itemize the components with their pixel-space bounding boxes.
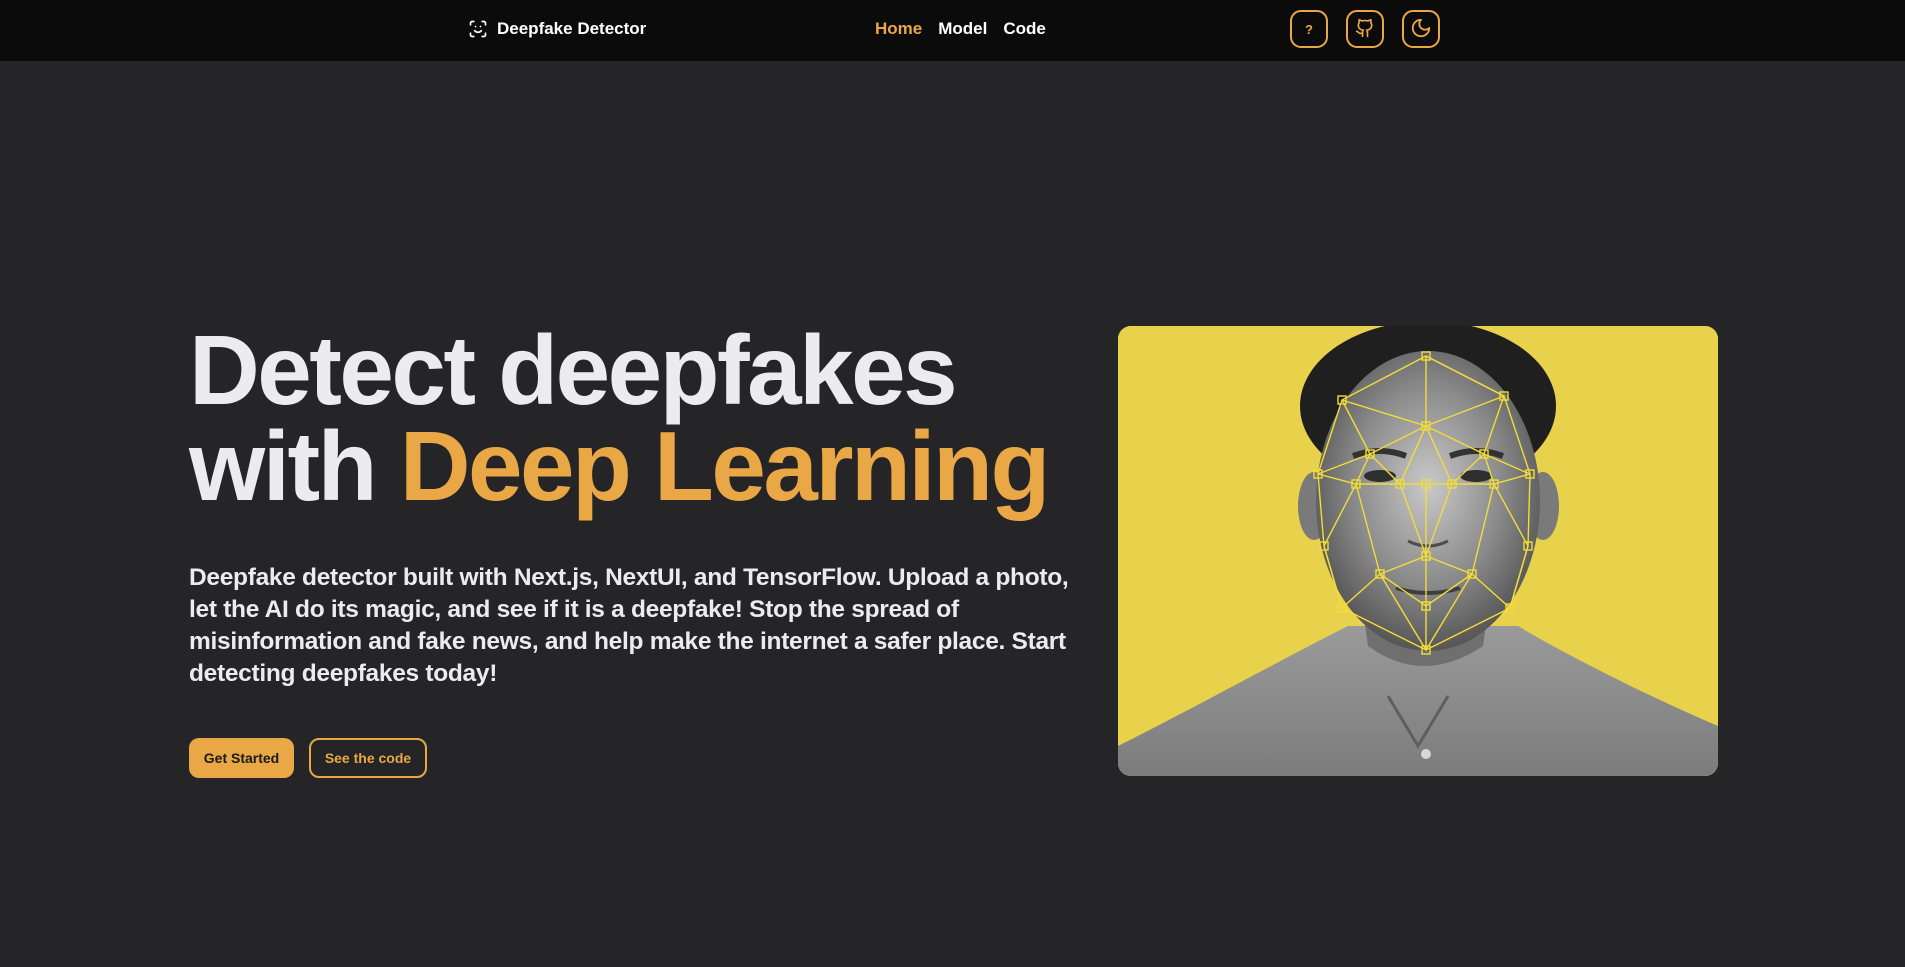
hero-title-line2: with <box>189 411 400 521</box>
github-button[interactable] <box>1346 10 1384 48</box>
github-icon <box>1355 18 1375 41</box>
hero-title-line1: Detect deepfakes <box>189 315 958 425</box>
hero-description: Deepfake detector built with Next.js, Ne… <box>189 564 1069 687</box>
brand-link[interactable]: Deepfake Detector <box>468 0 646 58</box>
help-button[interactable]: ? <box>1290 10 1328 48</box>
hero-face-mesh-image <box>1118 326 1718 776</box>
scan-face-icon <box>468 19 488 39</box>
nav-link-model[interactable]: Model <box>938 19 987 39</box>
main-nav: Home Model Code <box>875 0 1046 58</box>
help-icon: ? <box>1305 21 1313 37</box>
moon-icon <box>1410 17 1432 42</box>
nav-link-home[interactable]: Home <box>875 19 922 39</box>
see-code-button[interactable]: See the code <box>309 738 427 778</box>
brand-label: Deepfake Detector <box>497 19 647 38</box>
get-started-button[interactable]: Get Started <box>189 738 294 778</box>
navbar: Deepfake Detector Home Model Code ? <box>0 0 1905 61</box>
hero-title: Detect deepfakes with Deep Learning <box>189 321 1050 515</box>
nav-link-code[interactable]: Code <box>1003 19 1046 39</box>
theme-toggle-button[interactable] <box>1402 10 1440 48</box>
hero-title-accent: Deep Learning <box>399 411 1051 521</box>
